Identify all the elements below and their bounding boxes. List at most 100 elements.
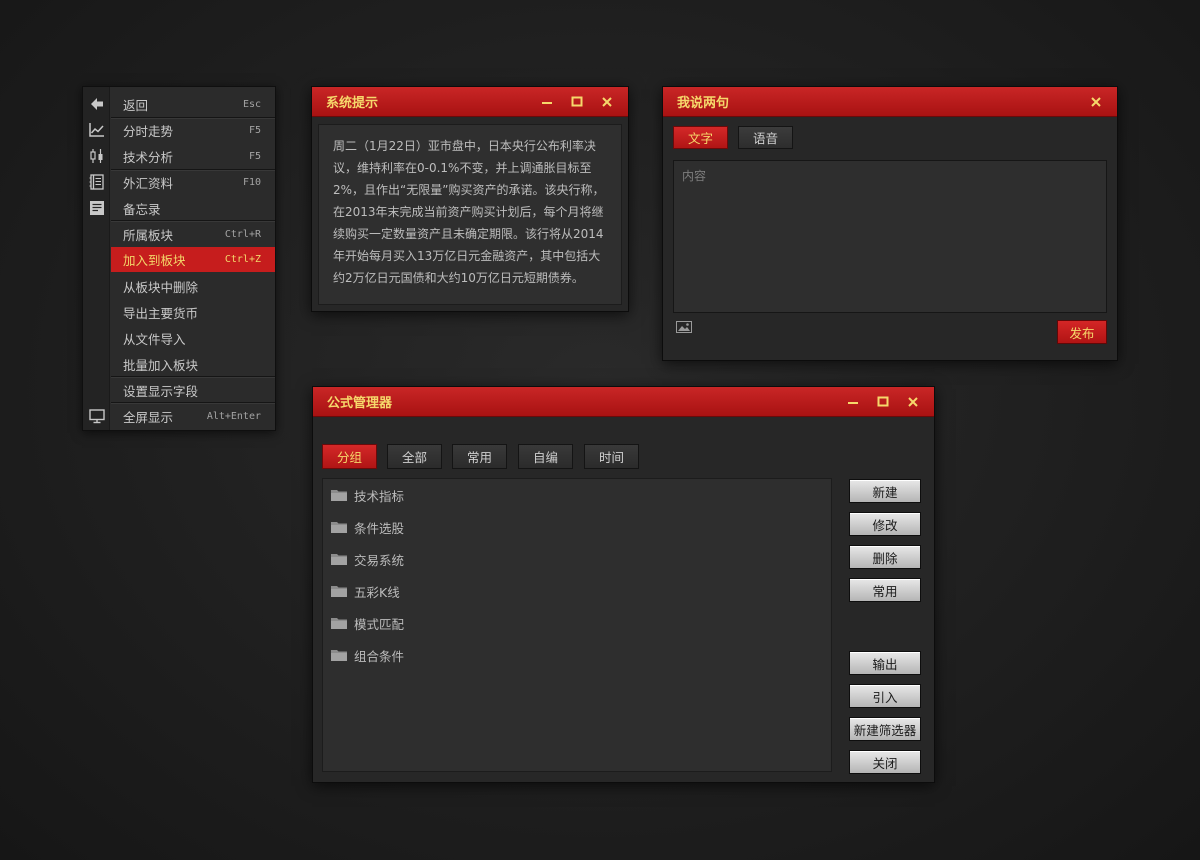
menu-item-label: 设置显示字段 bbox=[123, 383, 199, 399]
monitor-icon bbox=[89, 409, 105, 424]
list-item[interactable]: 五彩K线 bbox=[331, 580, 400, 602]
folder-icon bbox=[331, 522, 347, 533]
menu-item-label: 全屏显示 bbox=[123, 409, 174, 425]
formula-group-list[interactable]: 技术指标 条件选股 交易系统 五彩K线 模式匹配 组合条件 bbox=[322, 478, 832, 772]
menu-item-export-major-currencies[interactable]: 导出主要货币 bbox=[111, 299, 275, 325]
list-item[interactable]: 交易系统 bbox=[331, 548, 404, 570]
folder-label: 条件选股 bbox=[354, 520, 405, 536]
menu-item-shortcut: F10 bbox=[242, 176, 261, 188]
new-filter-button[interactable]: 新建筛选器 bbox=[849, 717, 921, 741]
folder-icon bbox=[331, 490, 347, 501]
content-placeholder: 内容 bbox=[682, 169, 707, 183]
menu-item-intraday[interactable]: 分时走势 F5 bbox=[111, 117, 275, 143]
folder-icon bbox=[331, 650, 347, 661]
list-item[interactable]: 技术指标 bbox=[331, 484, 404, 506]
menu-item-remove-from-sector[interactable]: 从板块中删除 bbox=[111, 273, 275, 299]
formula-manager-dialog: 公式管理器 分组 全部 常用 自编 时间 技术指标 条件选股 交易系统 五彩K线… bbox=[312, 386, 935, 783]
menu-item-batch-add-to-sector[interactable]: 批量加入板块 bbox=[111, 351, 275, 377]
list-item[interactable]: 模式匹配 bbox=[331, 612, 404, 634]
title-bar[interactable]: 公式管理器 bbox=[313, 387, 934, 417]
menu-item-forex-info[interactable]: 外汇资料 F10 bbox=[111, 169, 275, 195]
line-chart-icon bbox=[89, 123, 104, 137]
import-button[interactable]: 引入 bbox=[849, 684, 921, 708]
memo-icon bbox=[90, 201, 104, 215]
new-button[interactable]: 新建 bbox=[849, 479, 921, 503]
content-textarea[interactable]: 内容 bbox=[673, 160, 1107, 313]
tab-all[interactable]: 全部 bbox=[387, 444, 442, 469]
folder-label: 五彩K线 bbox=[354, 584, 400, 600]
folder-label: 模式匹配 bbox=[354, 616, 405, 632]
tab-common[interactable]: 常用 bbox=[452, 444, 507, 469]
close-dialog-button[interactable]: 关闭 bbox=[849, 750, 921, 774]
context-menu: 返回 Esc 分时走势 F5 技术分析 F5 外汇资料 F10 备忘录 所属板块 Ctrl… bbox=[82, 86, 276, 431]
list-item[interactable]: 条件选股 bbox=[331, 516, 404, 538]
menu-item-label: 所属板块 bbox=[123, 227, 174, 243]
menu-item-import-from-file[interactable]: 从文件导入 bbox=[111, 325, 275, 351]
maximize-button[interactable] bbox=[868, 391, 898, 413]
menu-item-label: 加入到板块 bbox=[123, 253, 186, 268]
title-bar[interactable]: 系统提示 bbox=[312, 87, 628, 117]
menu-item-label: 技术分析 bbox=[123, 149, 174, 165]
menu-item-label: 从文件导入 bbox=[123, 331, 186, 347]
delete-button[interactable]: 删除 bbox=[849, 545, 921, 569]
minimize-button[interactable] bbox=[838, 391, 868, 413]
maximize-icon bbox=[877, 396, 889, 406]
folder-label: 组合条件 bbox=[354, 648, 405, 664]
menu-item-label: 批量加入板块 bbox=[123, 357, 199, 373]
folder-icon bbox=[331, 554, 347, 565]
common-button[interactable]: 常用 bbox=[849, 578, 921, 602]
menu-item-shortcut: Ctrl+Z bbox=[224, 254, 261, 265]
menu-item-fullscreen[interactable]: 全屏显示 Alt+Enter bbox=[111, 403, 275, 429]
tab-voice[interactable]: 语音 bbox=[738, 126, 793, 149]
export-button[interactable]: 输出 bbox=[849, 651, 921, 675]
menu-item-shortcut: F5 bbox=[248, 150, 261, 162]
menu-item-shortcut: Alt+Enter bbox=[206, 410, 261, 422]
book-icon bbox=[89, 174, 104, 190]
menu-item-label: 外汇资料 bbox=[123, 175, 174, 191]
menu-item-shortcut: F5 bbox=[248, 124, 261, 136]
menu-item-label: 导出主要货币 bbox=[123, 305, 199, 321]
publish-button[interactable]: 发布 bbox=[1057, 320, 1107, 344]
close-button[interactable] bbox=[1081, 91, 1111, 113]
quick-post-dialog: 我说两句 文字 语音 内容 发布 bbox=[662, 86, 1118, 361]
menu-item-label: 从板块中删除 bbox=[123, 279, 199, 295]
close-icon bbox=[602, 96, 612, 107]
system-tip-dialog: 系统提示 周二（1月22日）亚市盘中，日本央行公布利率决议，维持利率在0-0.1… bbox=[311, 86, 629, 312]
menu-item-label: 分时走势 bbox=[123, 123, 174, 139]
folder-label: 技术指标 bbox=[354, 488, 405, 504]
tab-text[interactable]: 文字 bbox=[673, 126, 728, 149]
menu-item-belongs-to-sector[interactable]: 所属板块 Ctrl+R bbox=[111, 221, 275, 247]
list-item[interactable]: 组合条件 bbox=[331, 644, 404, 666]
menu-item-label: 备忘录 bbox=[123, 201, 161, 217]
folder-label: 交易系统 bbox=[354, 552, 405, 568]
dialog-title: 我说两句 bbox=[677, 96, 730, 111]
image-icon[interactable] bbox=[676, 321, 692, 333]
dialog-title: 公式管理器 bbox=[327, 396, 393, 411]
menu-item-shortcut: Esc bbox=[242, 98, 261, 110]
tab-group[interactable]: 分组 bbox=[322, 444, 377, 469]
title-bar[interactable]: 我说两句 bbox=[663, 87, 1117, 117]
candlestick-icon bbox=[90, 149, 103, 163]
tab-custom[interactable]: 自编 bbox=[518, 444, 573, 469]
close-button[interactable] bbox=[592, 91, 622, 113]
tab-time[interactable]: 时间 bbox=[584, 444, 639, 469]
minimize-icon bbox=[848, 401, 858, 404]
close-icon bbox=[1091, 96, 1101, 107]
menu-item-display-fields[interactable]: 设置显示字段 bbox=[111, 377, 275, 403]
maximize-icon bbox=[571, 96, 583, 106]
menu-item-shortcut: Ctrl+R bbox=[224, 228, 261, 240]
tip-message: 周二（1月22日）亚市盘中，日本央行公布利率决议，维持利率在0-0.1%不变，并… bbox=[318, 124, 622, 305]
dialog-title: 系统提示 bbox=[326, 96, 379, 111]
folder-icon bbox=[331, 618, 347, 629]
edit-button[interactable]: 修改 bbox=[849, 512, 921, 536]
maximize-button[interactable] bbox=[562, 91, 592, 113]
menu-item-add-to-sector[interactable]: 加入到板块 Ctrl+Z bbox=[111, 247, 275, 272]
folder-icon bbox=[331, 586, 347, 597]
menu-item-memo[interactable]: 备忘录 bbox=[111, 195, 275, 221]
close-button[interactable] bbox=[898, 391, 928, 413]
minimize-icon bbox=[542, 101, 552, 104]
menu-item-technical-analysis[interactable]: 技术分析 F5 bbox=[111, 143, 275, 169]
menu-item-back[interactable]: 返回 Esc bbox=[111, 91, 275, 117]
minimize-button[interactable] bbox=[532, 91, 562, 113]
back-arrow-icon bbox=[91, 98, 103, 110]
